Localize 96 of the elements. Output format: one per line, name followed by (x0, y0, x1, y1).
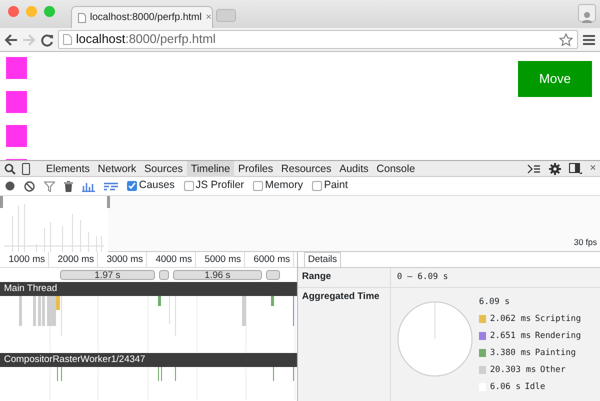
legend-label: Painting (534, 346, 576, 360)
legend-value: 2.651 ms (490, 330, 531, 343)
address-host: localhost (76, 32, 126, 46)
timeline-event-bar[interactable] (47, 296, 50, 326)
checkbox-option[interactable]: Memory (253, 178, 303, 194)
zoom-window-button[interactable] (44, 6, 55, 17)
ruler-tick-label: 5000 ms (196, 252, 245, 267)
check-icon (128, 182, 136, 190)
page-icon (63, 34, 72, 45)
total-time: 6.09 s (479, 296, 511, 309)
devtools-tab[interactable]: Audits (335, 160, 373, 176)
timeline-event-bar[interactable] (19, 296, 22, 326)
new-tab-button[interactable] (216, 9, 236, 22)
bar-chart-icon[interactable] (82, 180, 95, 192)
ruler-tick-label: 3000 ms (98, 252, 147, 267)
reload-icon[interactable] (40, 32, 54, 46)
filter-icon[interactable] (44, 180, 55, 192)
animated-square (6, 125, 27, 147)
phone-icon[interactable] (22, 162, 30, 174)
legend-label: Scripting (534, 312, 582, 326)
timeline-event-bar[interactable] (50, 296, 56, 326)
move-button[interactable]: Move (518, 61, 592, 97)
fps-label: 30 fps (574, 236, 597, 249)
profile-button[interactable] (578, 4, 596, 22)
devtools-tab[interactable]: Timeline (186, 160, 234, 176)
ruler-tick-label: 4000 ms (147, 252, 196, 267)
legend-label: Idle (524, 380, 546, 394)
ruler-tick-label: 2000 ms (49, 252, 98, 267)
range-bar[interactable]: 1.97 s (60, 270, 155, 280)
legend-label: Other (540, 364, 566, 377)
legend-value: 20.303 ms (490, 364, 536, 377)
flame-chart-icon[interactable] (104, 182, 118, 190)
address-bar[interactable]: localhost:8000/perfp.html (58, 30, 578, 49)
devtools-tab[interactable]: Profiles (234, 160, 278, 176)
timeline-event-bar[interactable] (175, 367, 176, 381)
checkbox-option[interactable]: Paint (312, 178, 348, 194)
legend-label: Rendering (534, 330, 582, 343)
timeline-event-bar[interactable] (57, 367, 58, 381)
devtools-tab[interactable]: Resources (277, 160, 336, 176)
timeline-event-bar[interactable] (33, 296, 36, 326)
fps-overview-drawing[interactable] (0, 196, 110, 252)
timeline-event-bar[interactable] (56, 296, 60, 310)
details-tab[interactable]: Details (304, 252, 342, 267)
thread-header: CompositorRasterWorker1/24347 (0, 353, 297, 367)
timeline-event-bar[interactable] (42, 296, 45, 326)
ruler-tick-label: 6000 ms (245, 252, 294, 267)
ruler-tick-label: 1000 ms (0, 252, 49, 267)
timeline-event-bar[interactable] (61, 367, 62, 381)
timeline-event-bar[interactable] (38, 296, 41, 326)
timeline-event-bar[interactable] (293, 367, 294, 381)
menu-icon[interactable] (582, 34, 596, 46)
timeline-event-bar[interactable] (271, 296, 274, 306)
legend-value: 6.06 s (490, 380, 521, 394)
devtools-tab[interactable]: Network (94, 160, 140, 176)
tab-title: localhost:8000/perfp.html (90, 11, 202, 25)
range-bar-segment[interactable] (266, 270, 280, 280)
minimize-window-button[interactable] (26, 6, 37, 17)
timeline-event-bar[interactable] (175, 296, 176, 336)
dock-icon[interactable] (568, 162, 582, 174)
range-bar[interactable]: 1.96 s (173, 270, 262, 280)
browser-tab[interactable]: localhost:8000/perfp.html × (71, 6, 213, 28)
range-value: 0 – 6.09 s (396, 271, 450, 284)
legend-value: 3.380 ms (490, 346, 531, 360)
tab-close-button[interactable]: × (206, 10, 212, 25)
range-bar-segment[interactable] (159, 270, 169, 280)
thread-header: Main Thread (0, 282, 297, 296)
timeline-event-bar[interactable] (273, 367, 274, 381)
close-button[interactable]: × (586, 160, 600, 176)
range-label: Range (298, 268, 391, 287)
timeline-event-bar[interactable] (293, 296, 294, 326)
timeline-event-bar[interactable] (169, 296, 170, 324)
timeline-event-bar[interactable] (242, 296, 246, 326)
settings-icon[interactable] (548, 162, 561, 174)
devtools-tab[interactable]: Elements (42, 160, 94, 176)
timeline-event-bar[interactable] (161, 367, 162, 381)
timeline-event-bar[interactable] (61, 296, 62, 336)
record-icon[interactable] (5, 181, 15, 191)
checkbox-option[interactable]: Causes (127, 178, 175, 194)
console-drawer-icon[interactable] (526, 164, 541, 174)
devtools-tab[interactable]: Console (372, 160, 420, 176)
back-icon[interactable] (4, 32, 18, 46)
animated-square (6, 57, 27, 79)
address-path: :8000/perfp.html (125, 32, 216, 46)
timeline-event-bar[interactable] (158, 296, 161, 306)
animated-square (6, 91, 27, 113)
legend-value: 2.062 ms (490, 312, 531, 326)
star-icon[interactable] (559, 32, 573, 46)
timeline-event-bar[interactable] (158, 367, 159, 381)
close-window-button[interactable] (8, 6, 19, 17)
search-icon[interactable] (4, 162, 16, 174)
page-icon (78, 12, 86, 22)
devtools-tab[interactable]: Sources (140, 160, 187, 176)
aggregated-time-label: Aggregated Time (298, 288, 391, 401)
checkbox-option[interactable]: JS Profiler (184, 178, 244, 194)
trash-icon[interactable] (64, 180, 73, 192)
clear-icon[interactable] (24, 180, 35, 192)
